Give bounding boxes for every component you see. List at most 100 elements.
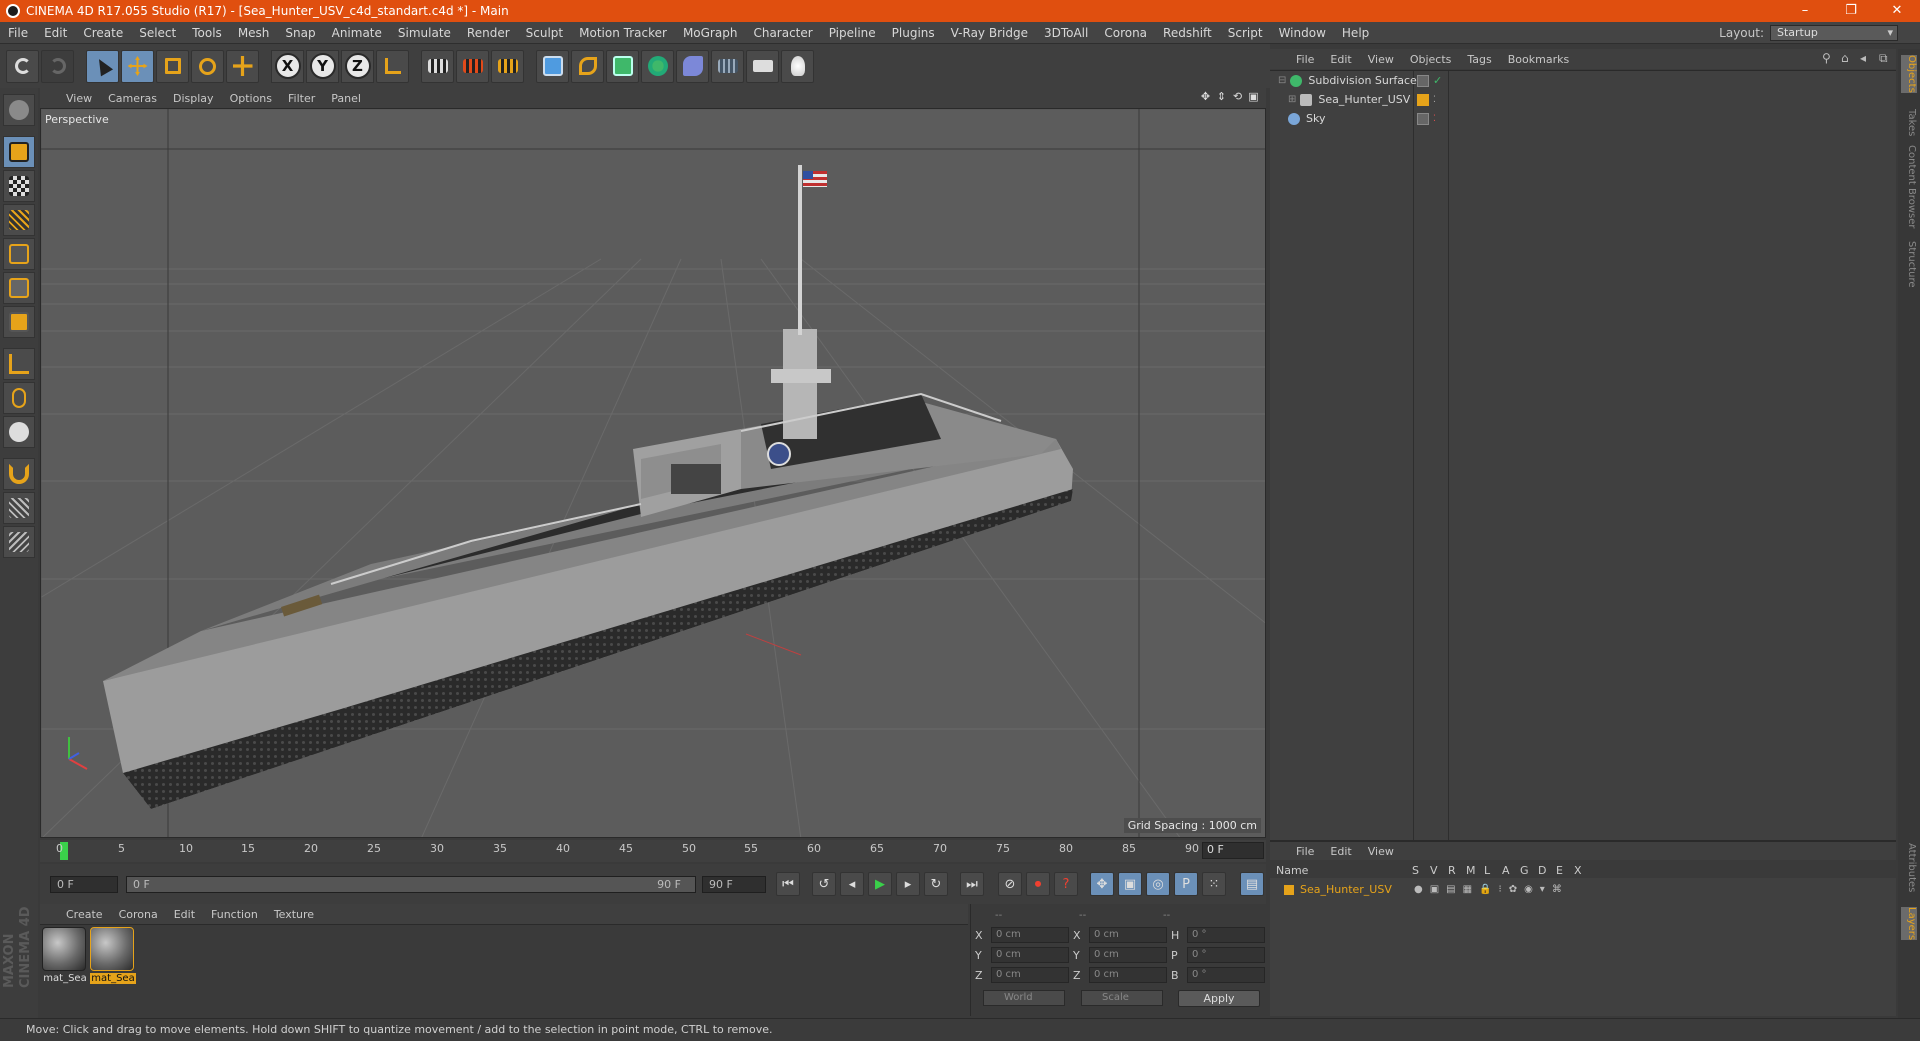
workplane-mode-button[interactable]: [3, 204, 35, 236]
expand-icon[interactable]: ⊞: [1288, 94, 1296, 105]
add-cube-button[interactable]: [536, 49, 569, 83]
menu-help[interactable]: Help: [1334, 26, 1377, 40]
maximize-view-icon[interactable]: ▣: [1247, 90, 1260, 103]
play-button[interactable]: ▶: [868, 872, 892, 896]
redo-button[interactable]: [41, 49, 74, 83]
menu-tools[interactable]: Tools: [184, 26, 230, 40]
apply-button[interactable]: Apply: [1178, 990, 1260, 1007]
tab-structure[interactable]: Structure: [1901, 241, 1917, 288]
viewport-menu-cameras[interactable]: Cameras: [100, 92, 165, 105]
menu-file[interactable]: File: [0, 26, 36, 40]
search-icon[interactable]: ⚲: [1822, 51, 1835, 66]
menu-create[interactable]: Create: [75, 26, 131, 40]
tab-layers[interactable]: Layers: [1901, 907, 1917, 941]
material-swatch[interactable]: mat_Sea: [42, 927, 88, 984]
menu-corona[interactable]: Corona: [1096, 26, 1155, 40]
tab-attributes[interactable]: Attributes: [1901, 843, 1917, 892]
next-frame-button[interactable]: ▸: [896, 872, 920, 896]
max-frame-field[interactable]: 90 F: [702, 875, 766, 893]
points-mode-button[interactable]: [3, 238, 35, 270]
live-selection-tool[interactable]: [86, 49, 119, 83]
material-menu-edit[interactable]: Edit: [166, 908, 203, 921]
add-array-button[interactable]: [641, 49, 674, 83]
viewport-menu-filter[interactable]: Filter: [280, 92, 323, 105]
menu-edit[interactable]: Edit: [36, 26, 75, 40]
keyframe-selection-button[interactable]: ?: [1054, 872, 1078, 896]
model-mode-button[interactable]: [3, 136, 35, 168]
tab-takes[interactable]: Takes: [1901, 109, 1917, 136]
menu-script[interactable]: Script: [1220, 26, 1271, 40]
coordinate-system-button[interactable]: [376, 49, 409, 83]
rotation-h-field[interactable]: 0 °: [1187, 927, 1265, 943]
menu-mograph[interactable]: MoGraph: [675, 26, 746, 40]
back-icon[interactable]: ◂: [1860, 51, 1873, 66]
menu-character[interactable]: Character: [745, 26, 820, 40]
viewport-menu-options[interactable]: Options: [222, 92, 280, 105]
collapse-icon[interactable]: ⊟: [1278, 75, 1286, 86]
render-view-button[interactable]: [421, 49, 454, 83]
material-menu-corona[interactable]: Corona: [111, 908, 166, 921]
snap-button[interactable]: [3, 458, 35, 490]
restore-button[interactable]: ❐: [1828, 0, 1874, 22]
menu-sculpt[interactable]: Sculpt: [518, 26, 571, 40]
menu-vray-bridge[interactable]: V-Ray Bridge: [943, 26, 1036, 40]
position-z-field[interactable]: 0 cm: [991, 967, 1069, 983]
frame-ruler[interactable]: 0 5 10 15 20 25 30 35 40 45 50 55 60 65 …: [50, 840, 1200, 862]
object-menu-tags[interactable]: Tags: [1459, 53, 1499, 66]
timeline-window-button[interactable]: ▤: [1240, 872, 1264, 896]
new-window-icon[interactable]: ⧉: [1879, 51, 1892, 66]
tab-objects[interactable]: Objects: [1901, 55, 1917, 93]
polygons-mode-button[interactable]: [3, 306, 35, 338]
key-pla-button[interactable]: ⁙: [1202, 872, 1226, 896]
edges-mode-button[interactable]: [3, 272, 35, 304]
position-y-field[interactable]: 0 cm: [991, 947, 1069, 963]
key-position-button[interactable]: ✥: [1090, 872, 1114, 896]
tab-content-browser[interactable]: Content Browser: [1901, 145, 1917, 228]
pan-icon[interactable]: ✥: [1199, 90, 1212, 103]
rotation-p-field[interactable]: 0 °: [1187, 947, 1265, 963]
z-axis-lock[interactable]: Z: [341, 49, 374, 83]
workplane-lock-button[interactable]: [3, 492, 35, 524]
size-x-field[interactable]: 0 cm: [1089, 927, 1167, 943]
menu-select[interactable]: Select: [131, 26, 184, 40]
preview-start-field[interactable]: 0 F: [50, 875, 118, 893]
undo-button[interactable]: [6, 49, 39, 83]
material-menu-function[interactable]: Function: [203, 908, 266, 921]
perspective-viewport[interactable]: Perspective Grid Spacing : 1000 cm: [40, 108, 1266, 838]
object-menu-file[interactable]: File: [1288, 53, 1322, 66]
add-generator-button[interactable]: [606, 49, 639, 83]
previous-frame-button[interactable]: ◂: [840, 872, 864, 896]
key-parameter-button[interactable]: P: [1174, 872, 1198, 896]
layer-menu-edit[interactable]: Edit: [1322, 845, 1359, 858]
go-to-end-button[interactable]: ⏭: [960, 872, 984, 896]
menu-plugins[interactable]: Plugins: [884, 26, 943, 40]
layer-tag-icon[interactable]: [1417, 112, 1429, 125]
layer-menu-file[interactable]: File: [1288, 845, 1322, 858]
add-floor-button[interactable]: [711, 49, 744, 83]
go-to-start-button[interactable]: ⏮: [776, 872, 800, 896]
enable-axis-button[interactable]: [3, 348, 35, 380]
y-axis-lock[interactable]: Y: [306, 49, 339, 83]
coordinate-mode-dropdown[interactable]: World: [983, 990, 1065, 1006]
key-rotation-button[interactable]: ◎: [1146, 872, 1170, 896]
minimize-button[interactable]: –: [1782, 0, 1828, 22]
symmetry-button[interactable]: [3, 526, 35, 558]
object-row[interactable]: ⊞ Sea_Hunter_USV ⁚: [1270, 90, 1896, 109]
menu-render[interactable]: Render: [459, 26, 518, 40]
layer-tag-icon[interactable]: [1417, 74, 1429, 87]
visibility-dots-icon[interactable]: ⁚: [1433, 95, 1436, 105]
orbit-icon[interactable]: ⟲: [1231, 90, 1244, 103]
home-icon[interactable]: ⌂: [1841, 51, 1854, 66]
visibility-dots-icon[interactable]: ⁚: [1433, 114, 1436, 124]
object-menu-edit[interactable]: Edit: [1322, 53, 1359, 66]
menu-pipeline[interactable]: Pipeline: [821, 26, 884, 40]
menu-redshift[interactable]: Redshift: [1155, 26, 1220, 40]
material-menu-texture[interactable]: Texture: [266, 908, 322, 921]
add-light-button[interactable]: [781, 49, 814, 83]
viewport-menu-panel[interactable]: Panel: [323, 92, 369, 105]
render-picture-viewer-button[interactable]: [456, 49, 489, 83]
add-deformer-button[interactable]: [676, 49, 709, 83]
add-spline-button[interactable]: [571, 49, 604, 83]
menu-snap[interactable]: Snap: [277, 26, 323, 40]
viewport-menu-display[interactable]: Display: [165, 92, 222, 105]
